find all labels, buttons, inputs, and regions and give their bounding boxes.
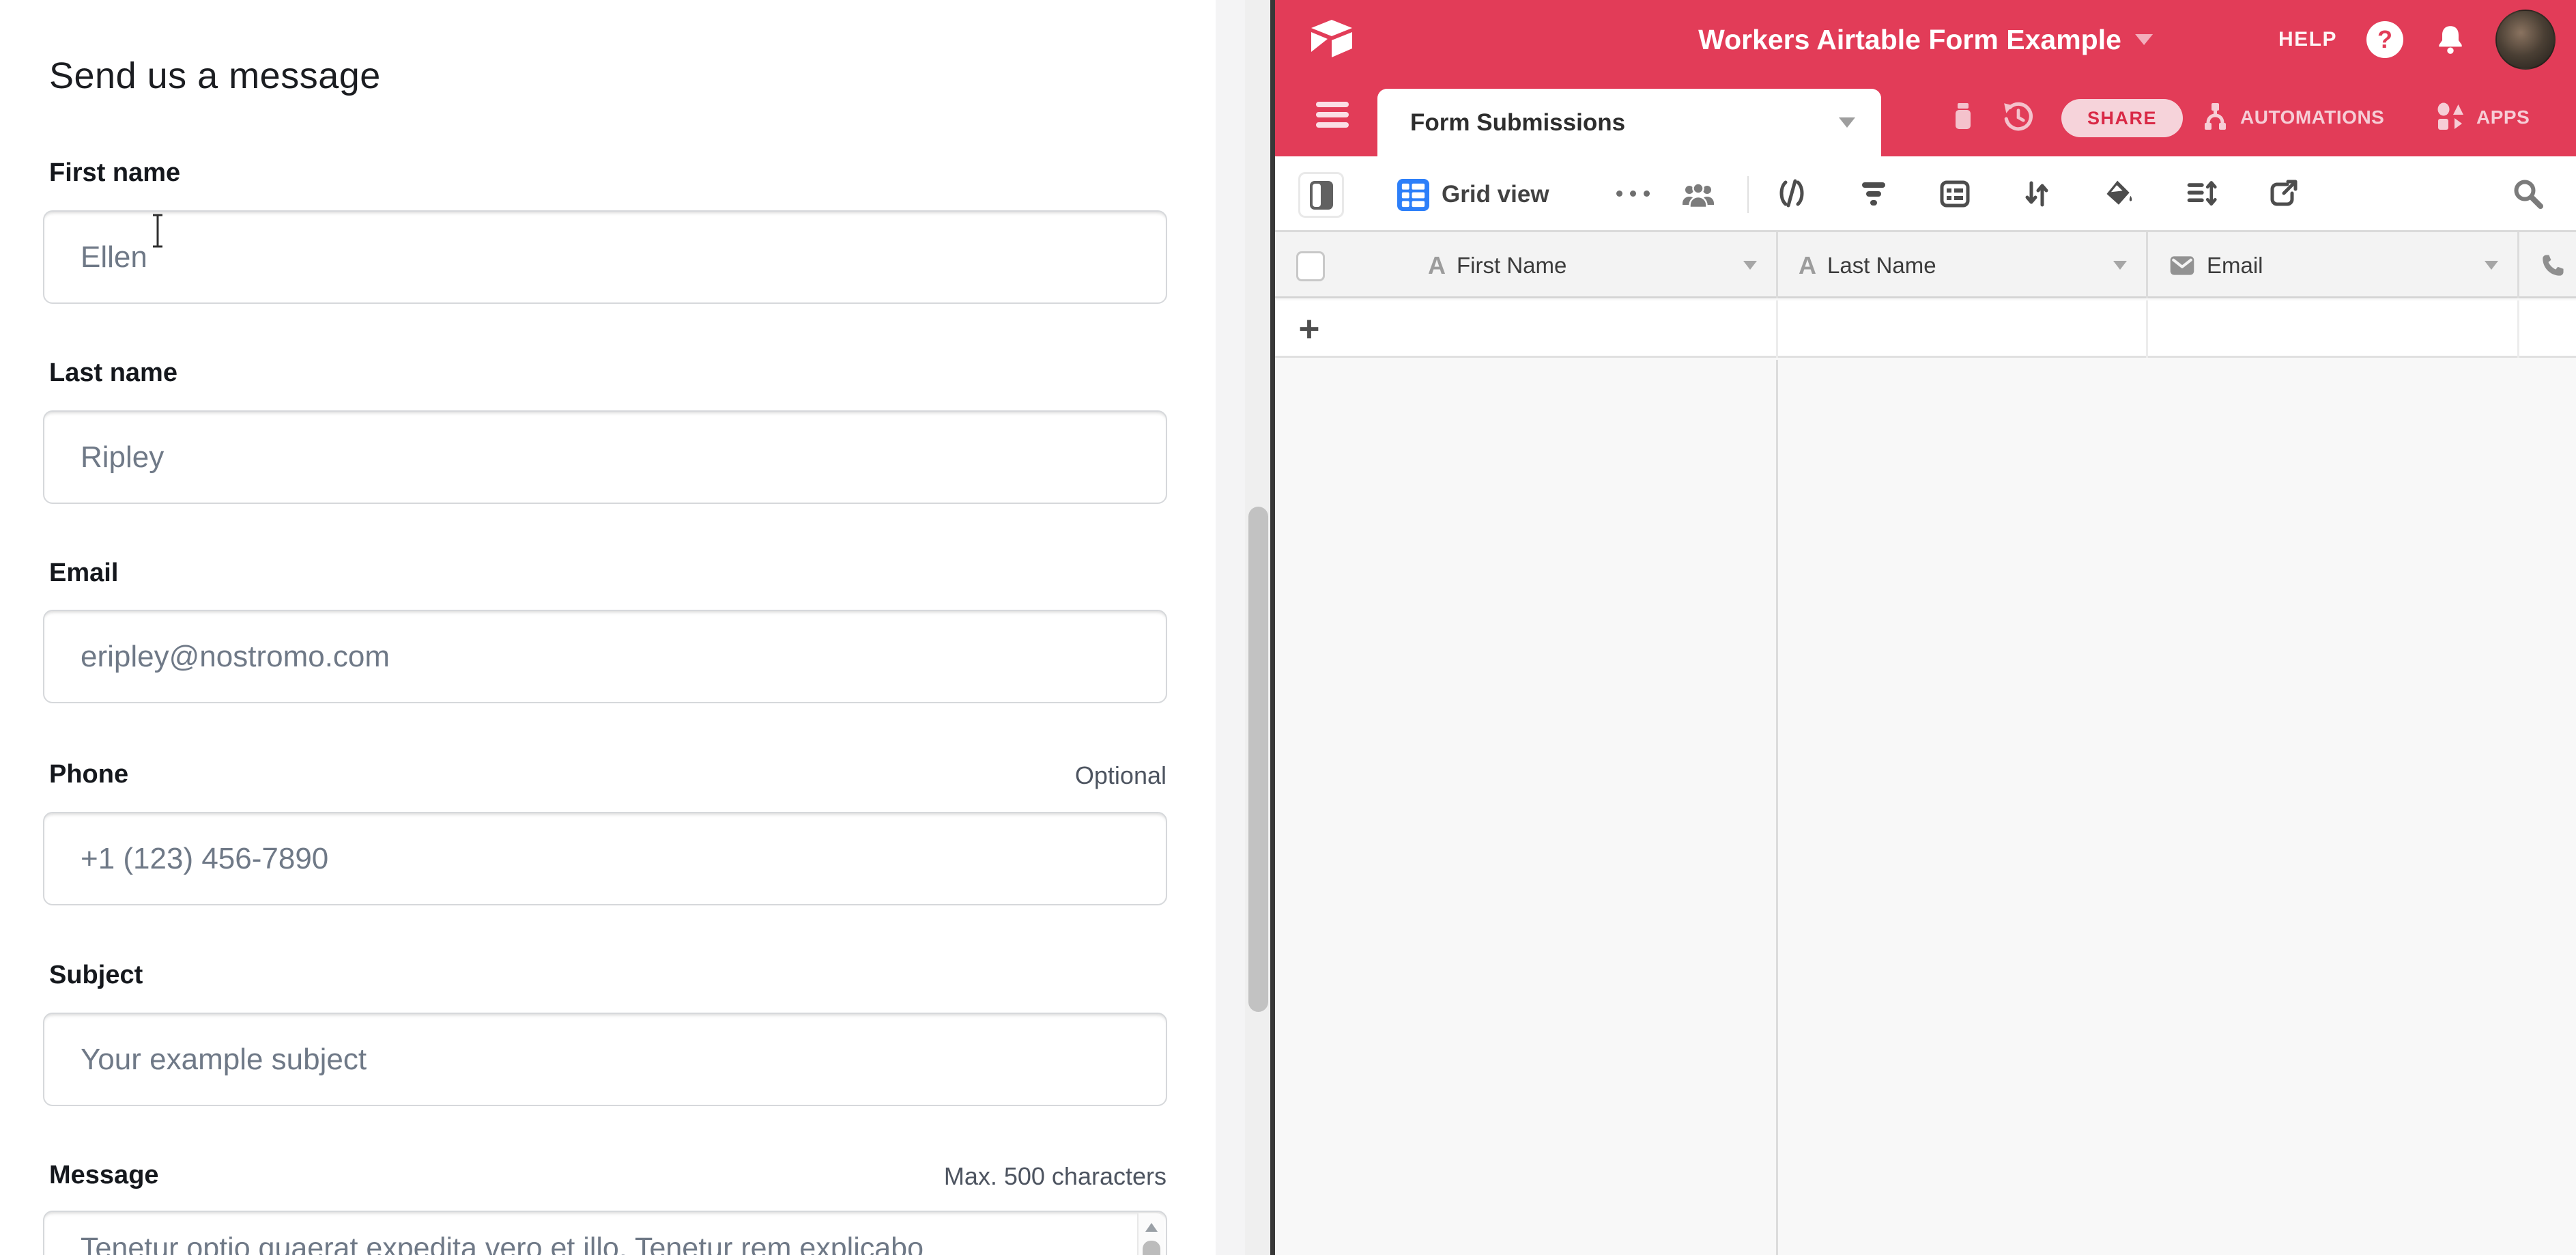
color-fill-icon[interactable]	[2102, 178, 2135, 210]
column-separator	[1776, 300, 1778, 358]
text-field-type-icon: A	[1428, 251, 1446, 280]
phone-label: Phone	[49, 760, 128, 789]
airtable-tabbar: Form Submissions SHARE AUTOM	[1275, 79, 2576, 156]
text-field-type-icon: A	[1799, 251, 1816, 280]
add-row[interactable]	[1275, 300, 2576, 358]
subject-placeholder: Your example subject	[81, 1014, 367, 1105]
search-icon[interactable]	[2512, 178, 2545, 210]
column-header-phone[interactable]: Phone	[2519, 232, 2576, 298]
phone-optional-hint: Optional	[1075, 761, 1167, 790]
grid-view-icon	[1397, 179, 1429, 211]
form-title: Send us a message	[49, 55, 381, 97]
textarea-scroll-thumb[interactable]	[1143, 1241, 1160, 1255]
email-label: Email	[49, 559, 118, 588]
table-tab-form-submissions[interactable]: Form Submissions	[1377, 89, 1881, 156]
view-more-button[interactable]	[1616, 191, 1650, 197]
page-gutter	[1216, 0, 1245, 1255]
ellipsis-icon	[1616, 191, 1622, 197]
group-icon[interactable]	[1938, 178, 1971, 210]
textarea-scrollbar[interactable]	[1137, 1213, 1164, 1255]
subject-label: Subject	[49, 961, 143, 990]
column-separator	[2146, 300, 2148, 358]
airtable-pane: Workers Airtable Form Example HELP ? For…	[1275, 0, 2576, 1255]
help-circle-icon[interactable]: ?	[2366, 21, 2403, 58]
hide-fields-icon[interactable]	[1775, 178, 1808, 210]
column-header-last-name[interactable]: A Last Name	[1778, 232, 2146, 298]
scroll-up-arrow-icon[interactable]	[1145, 1223, 1158, 1232]
chevron-down-icon	[1839, 117, 1855, 128]
base-title: Workers Airtable Form Example	[1698, 24, 2121, 56]
share-view-icon[interactable]	[2267, 178, 2300, 210]
pane-divider	[1270, 0, 1275, 1255]
help-button[interactable]: HELP	[2278, 0, 2337, 79]
hamburger-icon	[1316, 102, 1349, 107]
last-name-label: Last name	[49, 358, 177, 388]
automations-label: AUTOMATIONS	[2240, 107, 2384, 128]
user-avatar[interactable]	[2495, 10, 2556, 70]
history-icon[interactable]	[2001, 100, 2035, 134]
toolbar-divider	[1747, 176, 1749, 213]
select-all-checkbox[interactable]	[1296, 251, 1325, 281]
last-name-input[interactable]: Ripley	[43, 410, 1167, 504]
first-name-label: First name	[49, 158, 180, 188]
chevron-down-icon[interactable]	[2113, 261, 2127, 270]
apps-button[interactable]: APPS	[2435, 95, 2530, 140]
column-separator	[2517, 300, 2519, 358]
phone-placeholder: +1 (123) 456-7890	[81, 813, 328, 904]
chevron-down-icon	[2135, 34, 2153, 45]
message-text: Tenetur optio quaerat expedita vero et i…	[81, 1228, 1118, 1255]
column-header-first-name[interactable]: A First Name	[1407, 232, 1776, 298]
apps-label: APPS	[2476, 107, 2530, 128]
table-tab-label: Form Submissions	[1410, 109, 1625, 137]
add-record-plus-icon[interactable]	[1296, 315, 1323, 343]
collaborators-icon[interactable]	[1682, 178, 1715, 210]
phone-input[interactable]: +1 (123) 456-7890	[43, 812, 1167, 905]
sidebar-panel-icon	[1310, 181, 1333, 210]
tables-menu-button[interactable]	[1316, 102, 1349, 133]
row-height-icon[interactable]	[2185, 178, 2218, 210]
view-name-button[interactable]: Grid view	[1442, 172, 1549, 217]
grid-header-row: A First Name A Last Name Email	[1275, 232, 2576, 298]
email-placeholder: eripley@nostromo.com	[81, 611, 390, 702]
message-maxchars-hint: Max. 500 characters	[944, 1162, 1167, 1191]
grid-body-empty	[1275, 360, 2576, 1255]
trash-icon[interactable]	[1947, 100, 1979, 132]
primary-column-separator	[1776, 360, 1778, 1255]
column-header-email[interactable]: Email	[2148, 232, 2517, 298]
last-name-placeholder: Ripley	[81, 412, 164, 503]
first-name-input[interactable]: Ellen	[43, 210, 1167, 304]
chevron-down-icon[interactable]	[2485, 261, 2498, 270]
email-input[interactable]: eripley@nostromo.com	[43, 610, 1167, 703]
page-scrollbar-thumb[interactable]	[1248, 507, 1268, 1012]
message-textarea[interactable]: Tenetur optio quaerat expedita vero et i…	[43, 1211, 1167, 1255]
text-cursor-pointer	[145, 213, 170, 249]
apps-shapes-icon	[2435, 102, 2468, 133]
sort-icon[interactable]	[2020, 178, 2053, 210]
subject-input[interactable]: Your example subject	[43, 1013, 1167, 1106]
screen: Send us a message First name Ellen Last …	[0, 0, 2576, 1255]
base-title-menu[interactable]: Workers Airtable Form Example	[1698, 0, 2153, 79]
share-button[interactable]: SHARE	[2061, 99, 2183, 137]
message-label: Message	[49, 1161, 159, 1190]
chevron-down-icon[interactable]	[1743, 261, 1757, 270]
filter-icon[interactable]	[1857, 178, 1890, 210]
view-toolbar: Grid view	[1275, 156, 2576, 232]
airtable-topbar: Workers Airtable Form Example HELP ?	[1275, 0, 2576, 79]
email-field-type-icon	[2169, 252, 2196, 279]
phone-field-type-icon	[2540, 253, 2566, 279]
contact-form-pane: Send us a message First name Ellen Last …	[0, 0, 1216, 1255]
notifications-bell-icon[interactable]	[2433, 23, 2467, 57]
airtable-logo-icon[interactable]	[1309, 18, 1354, 59]
view-sidebar-toggle-button[interactable]	[1298, 172, 1344, 218]
automations-robot-icon	[2198, 101, 2232, 134]
automations-button[interactable]: AUTOMATIONS	[2198, 95, 2384, 140]
first-name-placeholder: Ellen	[81, 212, 147, 302]
